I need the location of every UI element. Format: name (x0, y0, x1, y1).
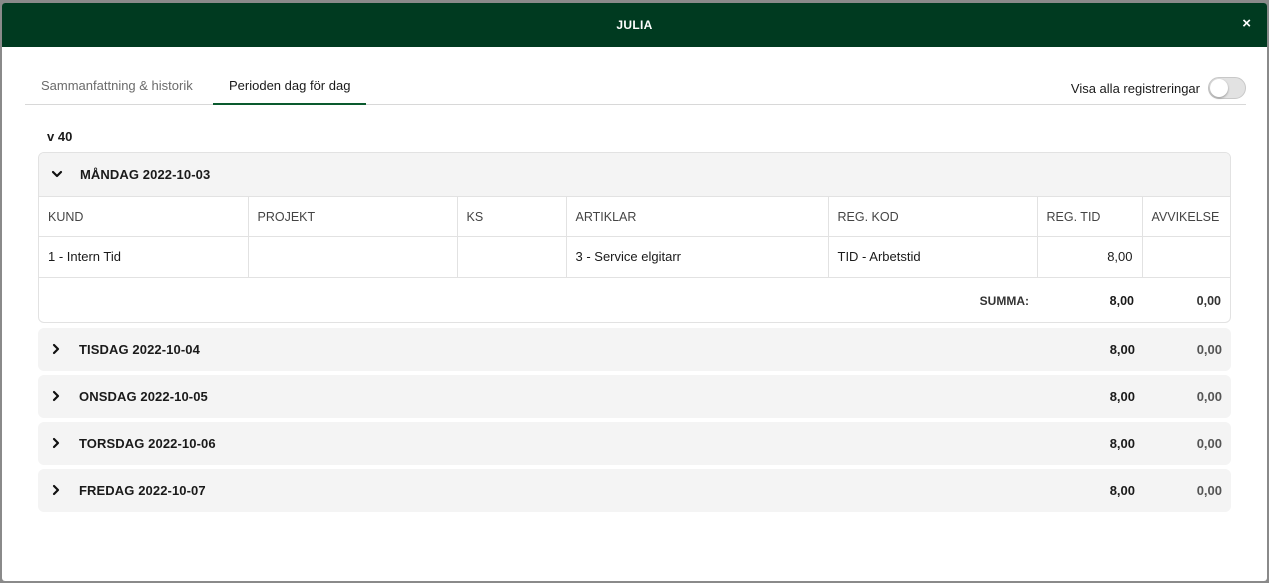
day-header[interactable]: MÅNDAG 2022-10-03 (39, 153, 1230, 196)
modal-title: JULIA (616, 18, 653, 32)
column-header-reg-tid: REG. TID (1037, 196, 1143, 237)
day-avvikelse: 0,00 (1196, 342, 1222, 357)
day-reg-tid: 8,00 (1109, 389, 1135, 404)
column-header-kund: KUND (39, 196, 249, 237)
day-title: MÅNDAG 2022-10-03 (80, 167, 211, 182)
day-avvikelse: 0,00 (1196, 389, 1222, 404)
day-panel-wednesday[interactable]: ONSDAG 2022-10-05 8,00 0,00 (38, 375, 1231, 418)
day-panel-thursday[interactable]: TORSDAG 2022-10-06 8,00 0,00 (38, 422, 1231, 465)
modal-dialog: JULIA × Sammanfattning & historik Period… (2, 3, 1267, 581)
cell-ks (457, 236, 567, 277)
tab-summary-history[interactable]: Sammanfattning & historik (25, 69, 209, 105)
cell-avvikelse (1142, 236, 1230, 277)
day-reg-tid: 8,00 (1109, 342, 1135, 357)
cell-reg-kod: TID - Arbetstid (828, 236, 1038, 277)
cell-projekt (248, 236, 458, 277)
chevron-down-icon[interactable] (51, 168, 63, 180)
show-all-toggle-label: Visa alla registreringar (1070, 80, 1200, 96)
day-panel-friday[interactable]: FREDAG 2022-10-07 8,00 0,00 (38, 469, 1231, 512)
day-avvikelse: 0,00 (1196, 436, 1222, 451)
modal-header: JULIA × (2, 3, 1267, 47)
show-all-toggle-group: Visa alla registreringar (1071, 77, 1246, 99)
week-label: v 40 (47, 129, 73, 144)
chevron-right-icon[interactable] (50, 390, 62, 402)
cell-artiklar: 3 - Service elgitarr (566, 236, 829, 277)
cell-kund: 1 - Intern Tid (39, 236, 249, 277)
day-avvikelse: 0,00 (1196, 483, 1222, 498)
sum-avvikelse: 0,00 (1196, 293, 1221, 308)
close-icon[interactable]: × (1242, 16, 1251, 32)
toggle-knob (1210, 79, 1228, 97)
chevron-right-icon[interactable] (50, 343, 62, 355)
day-title: TISDAG 2022-10-04 (79, 342, 200, 357)
cell-reg-tid: 8,00 (1037, 236, 1143, 277)
sum-reg-tid: 8,00 (1109, 293, 1134, 308)
column-header-artiklar: ARTIKLAR (566, 196, 829, 237)
column-header-ks: KS (457, 196, 567, 237)
day-title: ONSDAG 2022-10-05 (79, 389, 208, 404)
column-header-projekt: PROJEKT (248, 196, 458, 237)
day-reg-tid: 8,00 (1109, 436, 1135, 451)
tab-bar: Sammanfattning & historik Perioden dag f… (25, 69, 1246, 105)
day-reg-tid: 8,00 (1109, 483, 1135, 498)
sum-label: SUMMA: (979, 293, 1029, 308)
column-header-reg-kod: REG. KOD (828, 196, 1038, 237)
day-panel-tuesday[interactable]: TISDAG 2022-10-04 8,00 0,00 (38, 328, 1231, 371)
sum-row: SUMMA: 8,00 0,00 (39, 276, 1230, 322)
table-row[interactable]: 1 - Intern Tid 3 - Service elgitarr TID … (39, 236, 1230, 277)
table-header-row: KUND PROJEKT KS ARTIKLAR REG. KOD REG. T… (39, 196, 1230, 237)
registrations-table: KUND PROJEKT KS ARTIKLAR REG. KOD REG. T… (39, 196, 1230, 277)
day-title: FREDAG 2022-10-07 (79, 483, 206, 498)
chevron-right-icon[interactable] (50, 437, 62, 449)
show-all-toggle[interactable] (1208, 77, 1246, 99)
column-header-avvikelse: AVVIKELSE (1142, 196, 1230, 237)
chevron-right-icon[interactable] (50, 484, 62, 496)
day-title: TORSDAG 2022-10-06 (79, 436, 216, 451)
day-panel-expanded: MÅNDAG 2022-10-03 KUND PROJEKT KS ARTIKL… (38, 152, 1231, 323)
tab-period-day-by-day[interactable]: Perioden dag för dag (213, 69, 367, 105)
